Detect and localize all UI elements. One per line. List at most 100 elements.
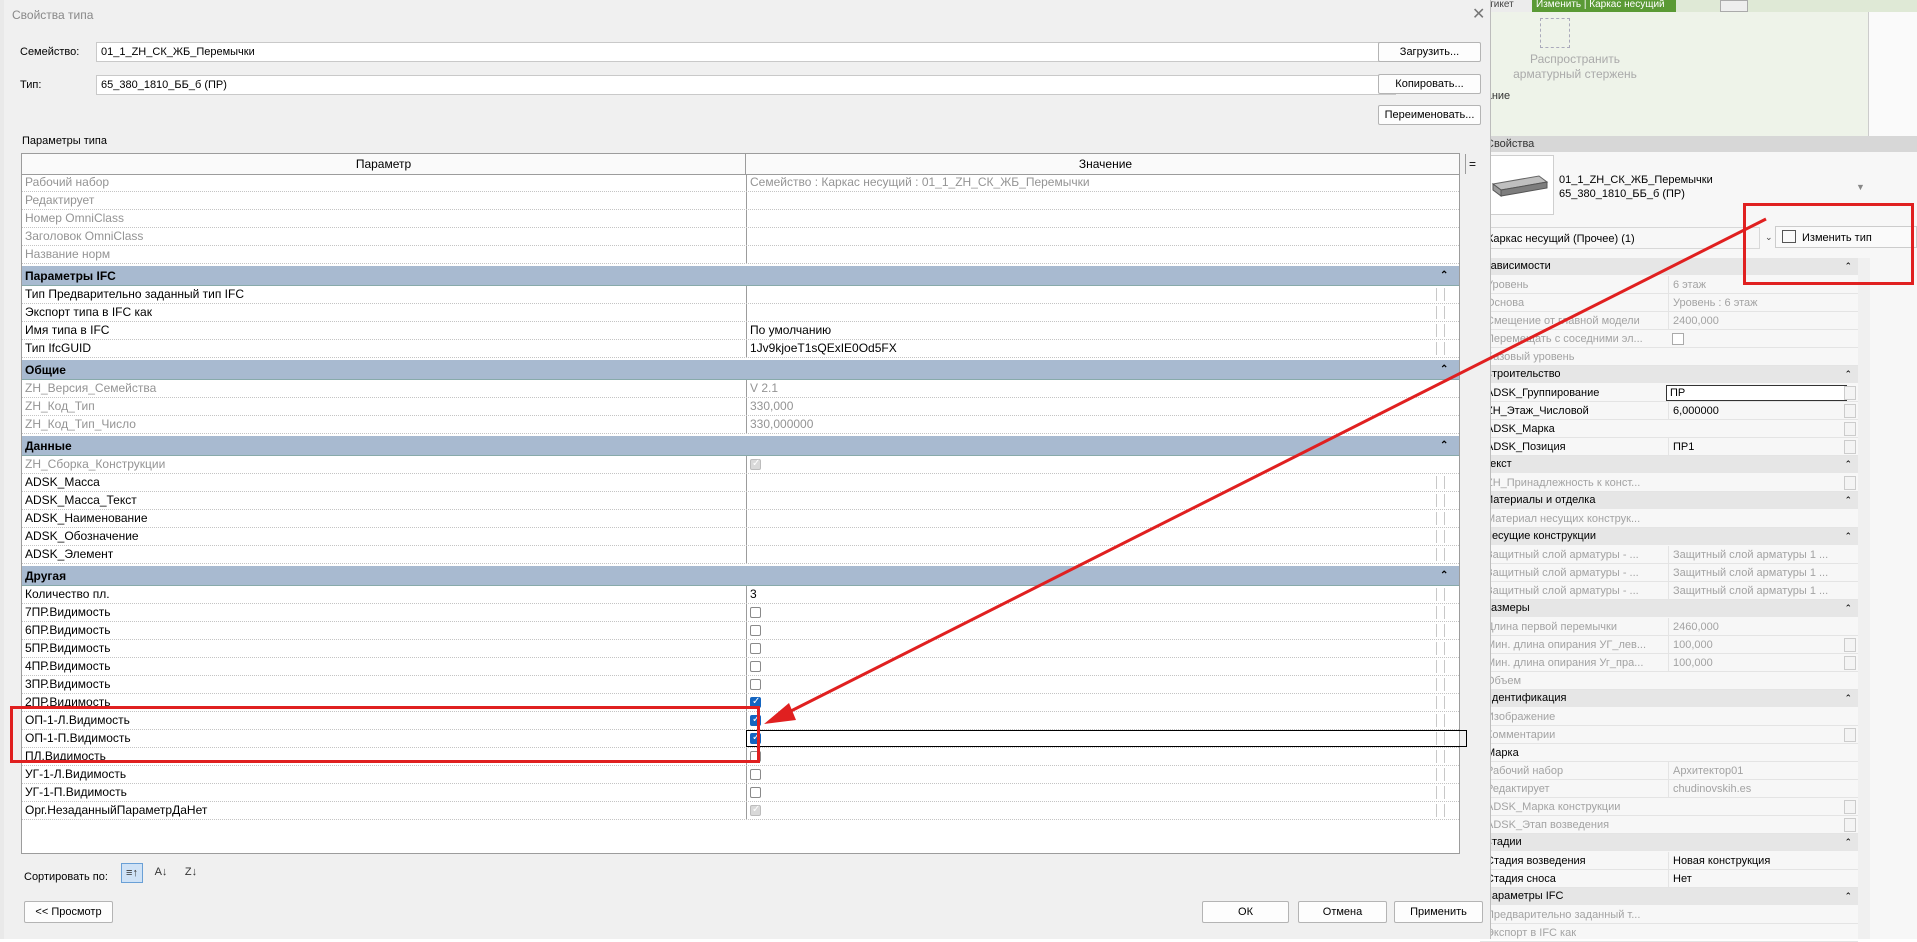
property-row[interactable]: Объем [1480,672,1858,690]
property-row[interactable]: Изображение [1480,708,1858,726]
section-header[interactable]: Данные ⌃ [22,436,1459,456]
formula-cell[interactable] [1436,288,1445,301]
parameter-row[interactable]: Редактирует [22,192,1459,210]
parameter-value[interactable] [746,456,1420,473]
parameter-checkbox[interactable] [750,661,761,672]
collapse-icon[interactable]: ⌃ [1844,600,1852,617]
collapse-icon[interactable]: ⌃ [1844,690,1852,707]
associate-parameter-button[interactable] [1844,818,1856,832]
collapse-icon[interactable]: ⌃ [1844,492,1852,509]
parameter-value[interactable] [746,676,1420,693]
sort-ascending-icon[interactable]: A↓ [150,863,172,883]
parameter-value[interactable] [746,784,1420,801]
associate-parameter-button[interactable] [1844,476,1856,490]
property-row[interactable]: Перемещать с соседними эл... [1480,330,1858,348]
associate-parameter-button[interactable] [1844,728,1856,742]
parameter-row[interactable]: Рабочий набор Семейство : Каркас несущий … [22,174,1459,192]
parameter-value[interactable] [746,712,1420,729]
property-row[interactable]: Материал несущих конструк... [1480,510,1858,528]
parameter-row[interactable]: ZH_Код_Тип 330,000 [22,398,1459,416]
properties-section-header[interactable]: Текст ⌃ [1480,456,1858,473]
ok-button[interactable]: ОК [1202,901,1289,923]
property-row[interactable]: Мин. длина опирания УГ_лев... 100,000 [1480,636,1858,654]
formula-cell[interactable] [1436,494,1445,507]
collapse-icon[interactable]: ⌃ [1440,436,1448,456]
property-row[interactable]: Комментарии [1480,726,1858,744]
property-row[interactable]: Защитный слой арматуры - ... Защитный сло… [1480,582,1858,600]
property-value[interactable]: Новая конструкция [1668,852,1858,870]
properties-section-header[interactable]: Несущие конструкции ⌃ [1480,528,1858,545]
property-row[interactable]: Стадия сноса Нет [1480,870,1858,888]
formula-cell[interactable] [1436,660,1445,673]
sort-descending-icon[interactable]: Z↓ [180,863,202,883]
apply-button[interactable]: Применить [1394,901,1483,923]
property-row[interactable]: ADSK_Этап возведения [1480,816,1858,834]
collapse-icon[interactable]: ⌃ [1844,528,1852,545]
parameter-row[interactable]: Название норм [22,246,1459,264]
parameter-value[interactable] [746,246,1420,263]
property-value[interactable]: 6,000000 [1668,402,1858,420]
formula-cell[interactable] [1436,678,1445,691]
parameter-row[interactable]: УГ-1-Л.Видимость [22,766,1459,784]
property-row[interactable]: Длина первой перемычки 2460,000 [1480,618,1858,636]
formula-cell[interactable] [1436,588,1445,601]
formula-cell[interactable] [1436,512,1445,525]
parameter-value[interactable]: 1Jv9kjoeT1sQExIE0Od5FX [746,340,1420,357]
parameter-row[interactable]: Экспорт типа в IFC как [22,304,1459,322]
family-select[interactable]: 01_1_ZH_СК_ЖБ_Перемычки ⌄ [96,42,1396,62]
parameter-value[interactable]: 330,000000 [746,416,1420,433]
property-row[interactable]: Основа Уровень : 6 этаж [1480,294,1858,312]
parameter-row[interactable]: 7ПР.Видимость [22,604,1459,622]
parameter-value[interactable]: V 2.1 [746,380,1420,397]
copy-button[interactable]: Копировать... [1378,74,1481,94]
ribbon-tab-dropdown[interactable] [1720,0,1748,12]
parameter-checkbox[interactable] [750,625,761,636]
formula-cell[interactable] [1436,548,1445,561]
parameter-value[interactable] [746,802,1420,819]
parameter-value[interactable] [746,748,1420,765]
property-value[interactable]: ПР1 [1668,438,1858,456]
preview-button[interactable]: << Просмотр [24,901,113,923]
parameter-value[interactable] [746,528,1420,545]
parameter-row[interactable]: Имя типа в IFC По умолчанию [22,322,1459,340]
collapse-icon[interactable]: ⌃ [1440,360,1448,380]
parameter-row[interactable]: ZH_Сборка_Конструкции [22,456,1459,474]
collapse-icon[interactable]: ⌃ [1844,834,1852,851]
collapse-icon[interactable]: ⌃ [1440,566,1448,586]
parameter-value[interactable] [746,510,1420,527]
property-row[interactable]: Стадия возведения Новая конструкция [1480,852,1858,870]
property-row[interactable]: Рабочий набор Архитектор01 [1480,762,1858,780]
section-header[interactable]: Другая ⌃ [22,566,1459,586]
property-value-input[interactable]: ПР [1666,385,1847,401]
parameter-value[interactable] [746,604,1420,621]
property-row[interactable]: Защитный слой арматуры - ... Защитный сло… [1480,546,1858,564]
formula-cell[interactable] [1436,714,1445,727]
parameter-row[interactable]: 6ПР.Видимость [22,622,1459,640]
property-row[interactable]: Предварительно заданный т... [1480,906,1858,924]
properties-section-header[interactable]: Параметры IFC ⌃ [1480,888,1858,905]
parameter-checkbox[interactable] [750,607,761,618]
formula-cell[interactable] [1436,750,1445,763]
property-row[interactable]: ZH_Этаж_Числовой 6,000000 [1480,402,1858,420]
parameter-row[interactable]: ADSK_Наименование [22,510,1459,528]
collapse-icon[interactable]: ⌃ [1844,888,1852,905]
type-selector-dropdown-icon[interactable]: ▼ [1856,182,1865,192]
property-row[interactable]: Базовый уровень [1480,348,1858,366]
parameter-value[interactable] [746,546,1420,563]
parameter-value[interactable]: 3 [746,586,1420,603]
parameter-row[interactable]: Орг.НезаданныйПараметрДаНет [22,802,1459,820]
parameter-value[interactable]: Семейство : Каркас несущий : 01_1_ZH_СК_… [746,174,1420,191]
parameter-value[interactable] [746,474,1420,491]
rename-button[interactable]: Переименовать... [1378,105,1481,125]
parameter-value[interactable]: По умолчанию [746,322,1420,339]
column-header-formula[interactable]: = [1466,154,1479,174]
spread-rebar-button[interactable]: Распространить арматурный стержень [1500,52,1650,82]
sort-by-group-icon[interactable]: ≡↑ [121,863,143,883]
type-selector-family[interactable]: 01_1_ZH_СК_ЖБ_Перемычки 65_380_1810_ББ_б… [1559,173,1713,201]
property-row[interactable]: ADSK_Позиция ПР1 [1480,438,1858,456]
section-header[interactable]: Общие ⌃ [22,360,1459,380]
formula-cell[interactable] [1436,642,1445,655]
formula-cell[interactable] [1436,324,1445,337]
parameter-value[interactable] [746,304,1420,321]
close-icon[interactable]: ✕ [1472,4,1485,24]
